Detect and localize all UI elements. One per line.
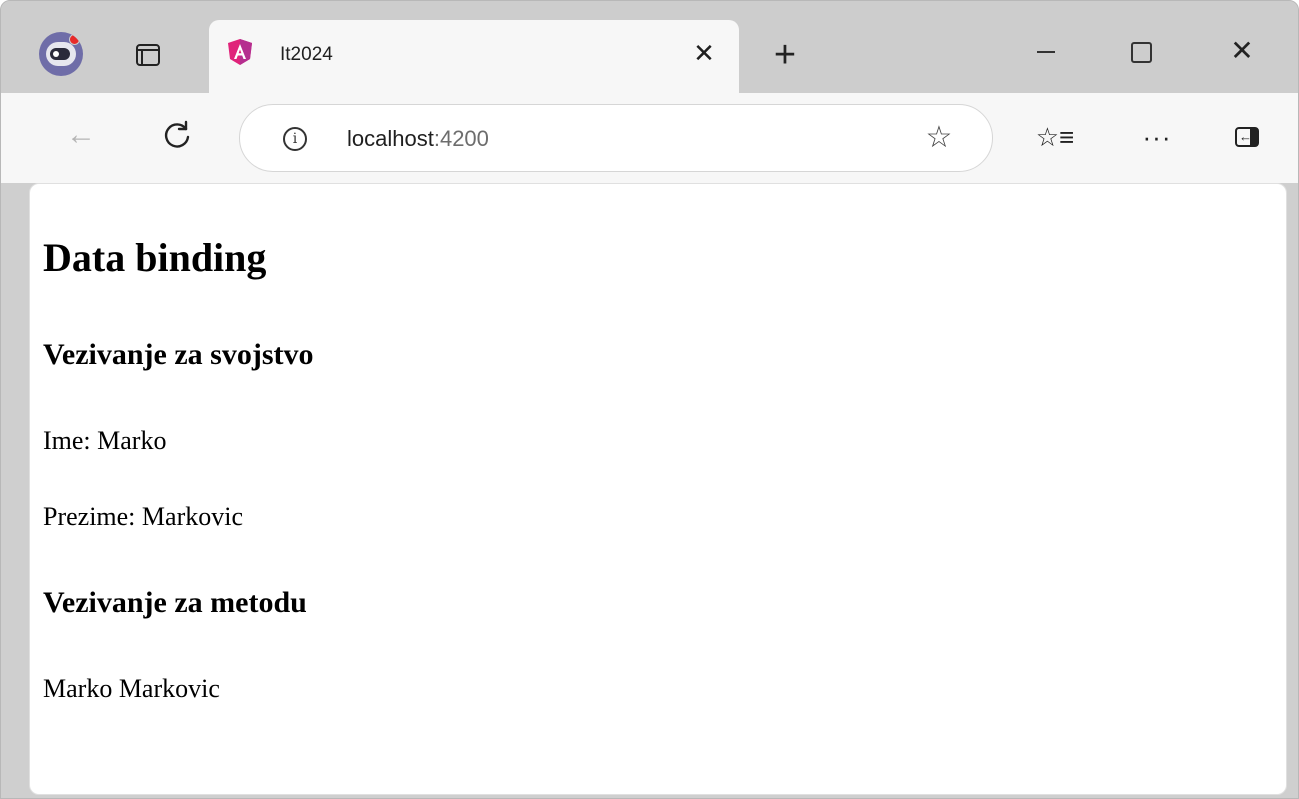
favorites-icon[interactable]: ☆≡ (1035, 117, 1075, 157)
angular-icon (228, 39, 252, 65)
sidebar-toggle-icon[interactable] (1227, 117, 1267, 157)
url-port: :4200 (433, 126, 489, 151)
page-content: Data binding Vezivanje za svojstvo Ime: … (29, 183, 1287, 795)
maximize-button[interactable] (1117, 31, 1163, 71)
back-button[interactable]: ← (59, 113, 103, 157)
site-info-icon[interactable]: i (283, 127, 307, 151)
address-bar[interactable]: i localhost:4200 ☆ (239, 104, 993, 172)
last-name-line: Prezime: Markovic (43, 502, 243, 531)
method-binding-heading: Vezivanje za metodu (43, 586, 307, 619)
close-window-button[interactable]: ✕ (1219, 31, 1265, 71)
toolbar: ← i localhost:4200 ☆ ☆≡ ··· (1, 93, 1298, 183)
sidebar-toggle-glyph (1235, 117, 1259, 157)
url-host: localhost (347, 126, 434, 151)
add-favorite-star-icon[interactable]: ☆ (922, 121, 956, 155)
active-tab[interactable]: It2024 ✕ (209, 20, 739, 93)
reload-icon (164, 120, 190, 148)
reload-button[interactable] (155, 113, 199, 157)
property-binding-heading: Vezivanje za svojstvo (43, 338, 314, 371)
first-name-line: Ime: Marko (43, 426, 167, 455)
tab-title: It2024 (280, 44, 333, 65)
minimize-button[interactable] (1023, 31, 1069, 71)
browser-window: It2024 ✕ + ✕ ← i localhost:4200 ☆ ☆≡ ··· (0, 0, 1299, 799)
close-tab-icon[interactable]: ✕ (689, 38, 719, 68)
more-menu-button[interactable]: ··· (1137, 117, 1177, 157)
tab-strip: It2024 ✕ + ✕ (1, 1, 1298, 93)
notification-dot (69, 34, 80, 45)
full-name-line: Marko Markovic (43, 674, 220, 703)
new-tab-button[interactable]: + (765, 36, 805, 76)
url-text[interactable]: localhost:4200 (347, 126, 489, 152)
page-title: Data binding (43, 235, 267, 280)
profile-avatar-icon[interactable] (39, 32, 83, 76)
tab-actions-icon[interactable] (136, 44, 160, 66)
avatar-eye (53, 51, 59, 57)
